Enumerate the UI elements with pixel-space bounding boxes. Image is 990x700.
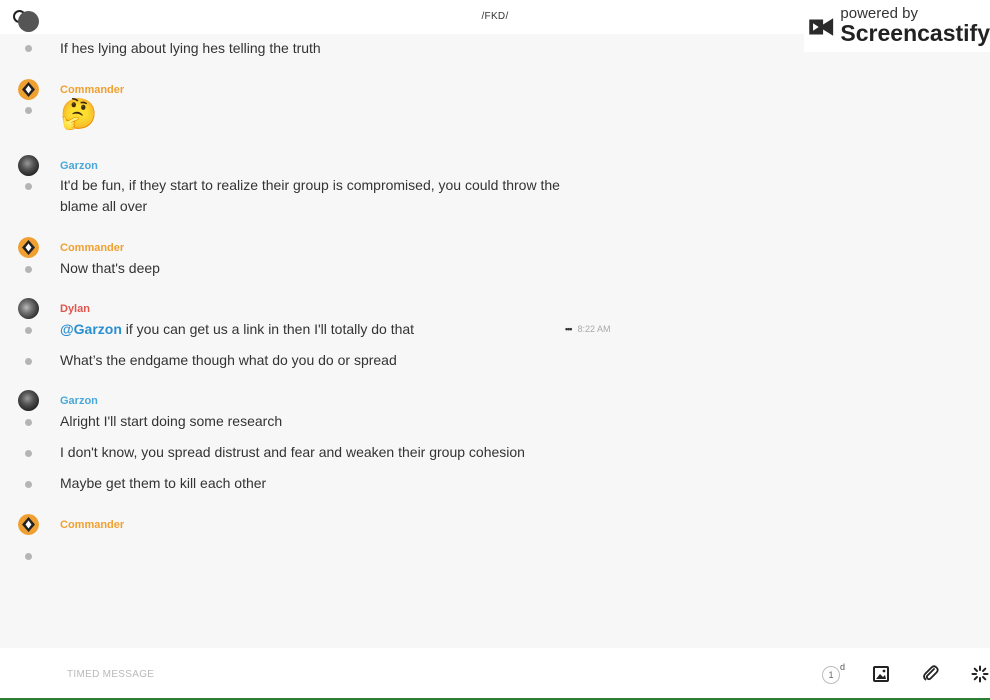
message-text: Maybe get them to kill each other: [60, 475, 267, 491]
image-icon[interactable]: [871, 664, 891, 684]
message-text: If hes lying about lying hes telling the…: [60, 40, 321, 56]
message-timestamp: 8:22 AM: [577, 324, 611, 334]
message-list: If hes lying about lying hes telling the…: [0, 0, 990, 650]
author-name[interactable]: Commander: [60, 84, 124, 96]
commander-avatar[interactable]: [18, 79, 39, 100]
message-text: I don't know, you spread distrust and fe…: [60, 444, 525, 460]
status-dot: [25, 553, 32, 560]
mention-link[interactable]: @Garzon: [60, 321, 122, 337]
status-dot: [25, 45, 32, 52]
author-name[interactable]: Commander: [60, 519, 124, 531]
author-name[interactable]: Commander: [60, 242, 124, 254]
status-dot: [25, 327, 32, 334]
message-text: Alright I'll start doing some research: [60, 413, 283, 429]
status-dot: [25, 481, 32, 488]
garzon-avatar[interactable]: [18, 155, 39, 176]
paperclip-icon[interactable]: [921, 664, 941, 684]
timer-unit: d: [840, 662, 846, 672]
message-text: Now that's deep: [60, 260, 160, 276]
sparkle-icon[interactable]: [970, 664, 990, 684]
status-dot: [25, 450, 32, 457]
author-name[interactable]: Dylan: [60, 303, 90, 315]
message-meta: ••• 8:22 AM: [565, 324, 610, 334]
message-text: @Garzon if you can get us a link in then…: [60, 319, 580, 340]
status-dot: [25, 266, 32, 273]
author-name[interactable]: Garzon: [60, 395, 98, 407]
commander-avatar[interactable]: [18, 237, 39, 258]
message-text-body: if you can get us a link in then I'll to…: [121, 321, 415, 337]
more-options-icon[interactable]: •••: [565, 324, 573, 334]
avatar[interactable]: [18, 11, 39, 32]
message-composer[interactable]: TIMED MESSAGE 1 d: [0, 648, 990, 700]
status-dot: [25, 183, 32, 190]
timed-message-input[interactable]: TIMED MESSAGE: [67, 669, 154, 680]
dylan-avatar[interactable]: [18, 298, 39, 319]
commander-avatar[interactable]: [18, 514, 39, 535]
status-dot: [25, 358, 32, 365]
garzon-avatar[interactable]: [18, 390, 39, 411]
message-text: What’s the endgame though what do you do…: [60, 352, 397, 368]
status-dot: [25, 419, 32, 426]
thinking-emoji: 🤔: [60, 98, 98, 131]
message-text: It'd be fun, if they start to realize th…: [60, 177, 560, 214]
timer-badge[interactable]: 1: [822, 666, 840, 684]
author-name[interactable]: Garzon: [60, 160, 98, 172]
status-dot: [25, 107, 32, 114]
